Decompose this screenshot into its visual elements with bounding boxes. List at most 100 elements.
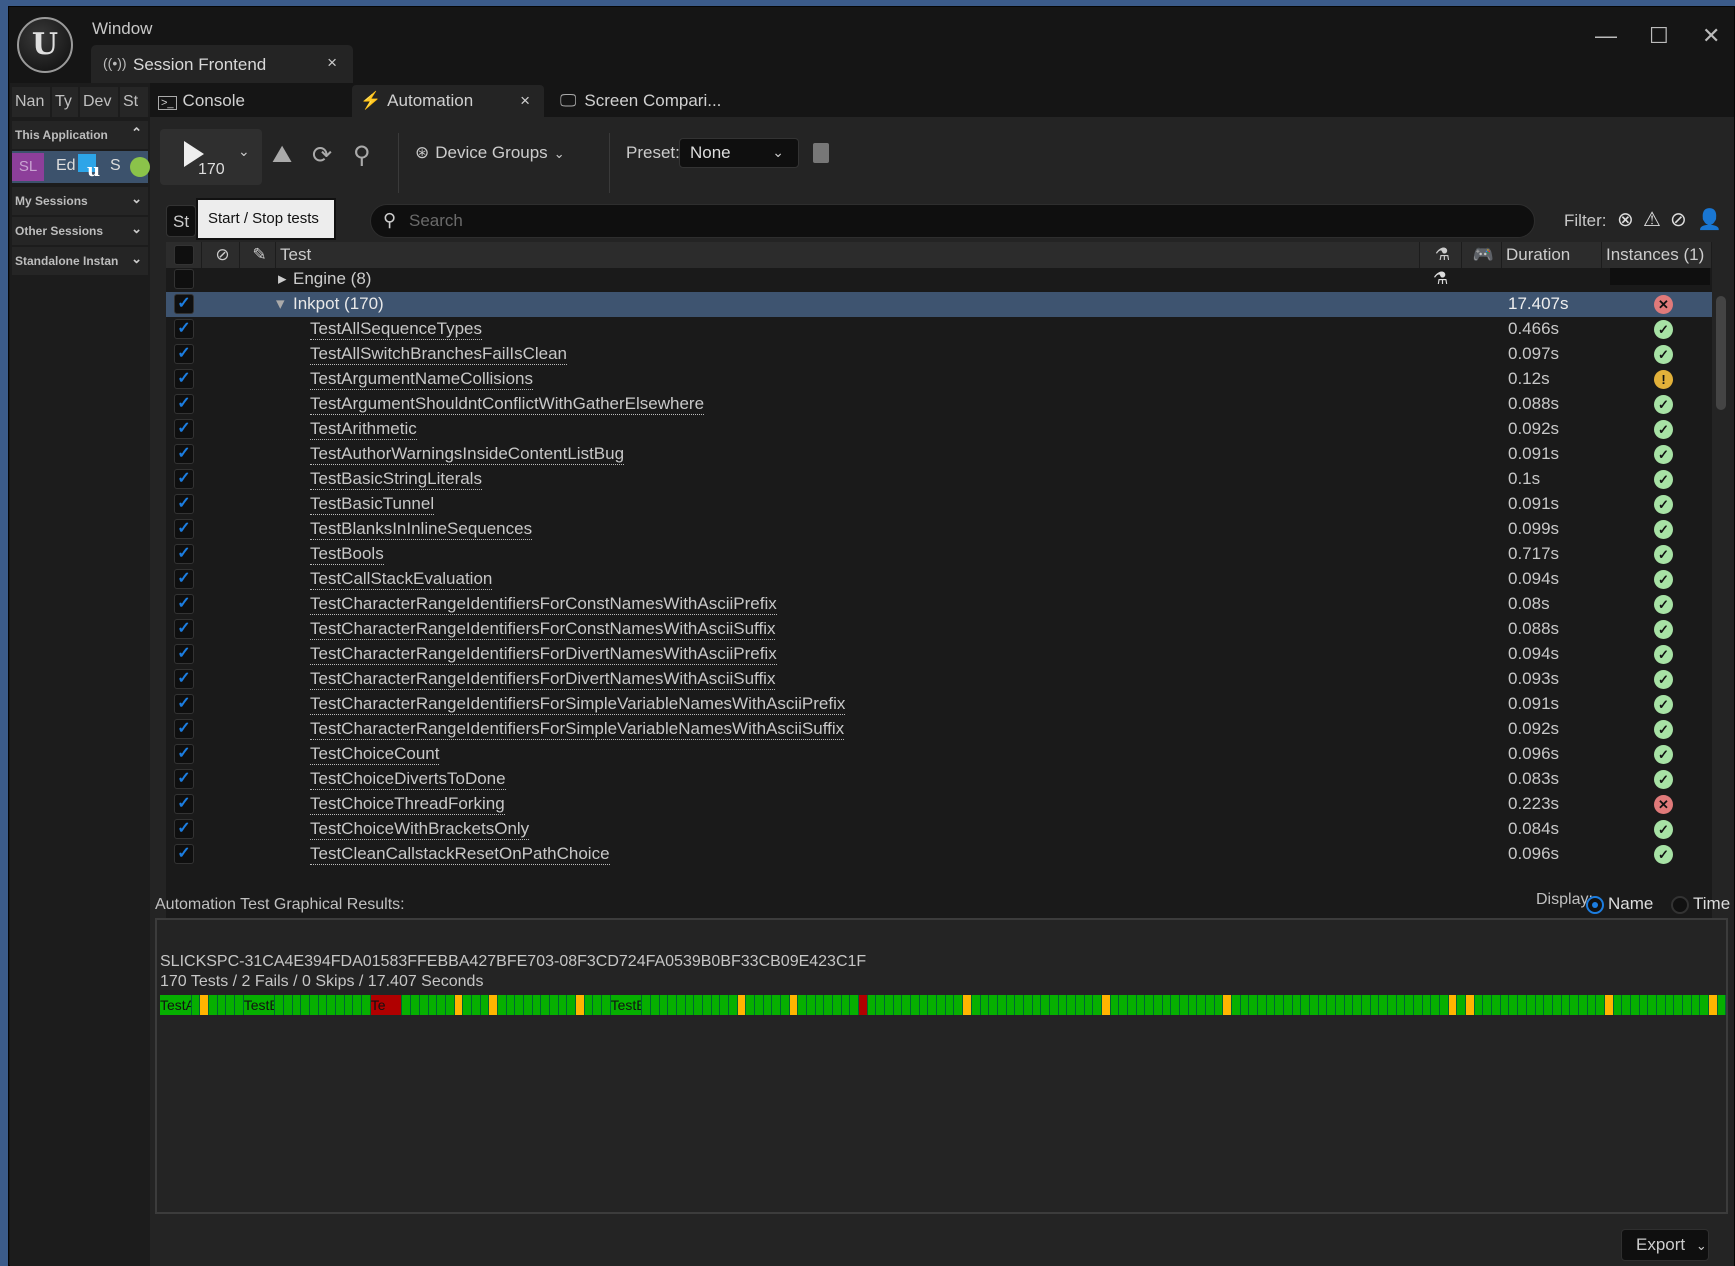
result-segment[interactable] (1179, 995, 1189, 1015)
flask-icon[interactable]: ⚗ (1420, 242, 1462, 268)
result-segment[interactable] (1188, 995, 1198, 1015)
display-time-label[interactable]: Time (1693, 894, 1730, 914)
result-segment[interactable] (1544, 995, 1553, 1015)
result-segment[interactable] (1362, 995, 1371, 1015)
result-segment[interactable] (1058, 995, 1068, 1015)
result-segment[interactable] (584, 995, 594, 1015)
result-segment[interactable] (200, 995, 210, 1015)
result-segment[interactable] (1084, 995, 1094, 1015)
row-checkbox[interactable]: ✓ (174, 319, 194, 339)
result-segment[interactable] (1483, 995, 1493, 1015)
result-segment[interactable] (1448, 995, 1458, 1015)
result-segment[interactable] (489, 995, 498, 1015)
result-segment[interactable] (755, 995, 764, 1015)
row-checkbox[interactable]: ✓ (174, 419, 194, 439)
result-segment[interactable] (1136, 995, 1146, 1015)
result-segment[interactable] (515, 995, 524, 1015)
result-segment[interactable] (876, 995, 886, 1015)
result-segment[interactable] (763, 995, 773, 1015)
result-segment[interactable] (1197, 995, 1206, 1015)
result-segment[interactable] (601, 995, 611, 1015)
filter-skipped-icon[interactable]: ⊘ (1670, 207, 1687, 232)
result-segment[interactable] (1613, 995, 1623, 1015)
result-segment[interactable] (737, 995, 747, 1015)
table-row[interactable]: ✓ TestBasicTunnel 0.091s ✓ (166, 492, 1712, 517)
row-checkbox[interactable]: ✓ (174, 769, 194, 789)
row-checkbox[interactable]: ✓ (174, 644, 194, 664)
group-row-engine[interactable]: ▸ Engine (8) ⚗ (166, 268, 1712, 292)
result-segment[interactable] (1388, 995, 1397, 1015)
result-segment[interactable] (1604, 995, 1614, 1015)
result-segment[interactable] (841, 995, 851, 1015)
export-button[interactable]: Export ⌄ (1621, 1229, 1709, 1261)
result-segment[interactable] (284, 995, 293, 1015)
result-segment[interactable] (1049, 995, 1059, 1015)
table-row[interactable]: ✓ TestCharacterRangeIdentifiersForSimpleV… (166, 717, 1712, 742)
result-segment[interactable] (963, 995, 972, 1015)
result-segment[interactable] (411, 995, 420, 1015)
result-segment[interactable] (1587, 995, 1597, 1015)
row-checkbox[interactable]: ✓ (174, 669, 194, 689)
table-row[interactable]: ✓ TestAllSequenceTypes 0.466s ✓ (166, 317, 1712, 342)
skip-column-icon[interactable]: ⊘ (202, 242, 240, 268)
result-segment[interactable] (1171, 995, 1180, 1015)
result-segment[interactable] (445, 995, 455, 1015)
tab-session-frontend[interactable]: ((•)) Session Frontend × (91, 45, 353, 83)
result-segment[interactable] (945, 995, 955, 1015)
result-segment[interactable] (720, 995, 730, 1015)
result-segment[interactable] (1431, 995, 1441, 1015)
group-row-inkpot[interactable]: ✓ ▾ Inkpot (170) 17.407s ✕ (166, 292, 1712, 317)
result-segment[interactable] (798, 995, 808, 1015)
display-time-radio[interactable] (1671, 896, 1689, 914)
result-segment[interactable] (781, 995, 790, 1015)
result-segment[interactable] (1509, 995, 1519, 1015)
result-segment[interactable] (506, 995, 516, 1015)
close-tab-icon[interactable]: × (327, 53, 337, 73)
col-name[interactable]: Nan (12, 87, 50, 117)
table-row[interactable]: ✓ TestAuthorWarningsInsideContentListBug 0… (166, 442, 1712, 467)
result-segment[interactable] (480, 995, 490, 1015)
row-checkbox[interactable]: ✓ (174, 619, 194, 639)
result-segment[interactable] (1353, 995, 1363, 1015)
edit-column-icon[interactable]: ✎ (240, 242, 276, 268)
result-segment[interactable] (676, 995, 686, 1015)
result-segment[interactable] (650, 995, 660, 1015)
result-segment[interactable]: TestBoo (243, 995, 276, 1015)
result-segment[interactable] (833, 995, 842, 1015)
run-level-icon[interactable]: ⛰ (272, 141, 292, 169)
table-row[interactable]: ✓ TestArgumentNameCollisions 0.12s! (166, 367, 1712, 392)
save-preset-icon[interactable] (813, 143, 829, 163)
result-segment[interactable] (336, 995, 345, 1015)
result-segment[interactable] (1240, 995, 1250, 1015)
result-segment[interactable] (1639, 995, 1649, 1015)
result-segment[interactable] (1622, 995, 1631, 1015)
find-workers-icon[interactable]: ⚲ (353, 141, 371, 170)
result-segment[interactable] (746, 995, 756, 1015)
filter-warnings-icon[interactable]: ⚠ (1643, 207, 1661, 232)
result-segment[interactable]: Te (370, 995, 403, 1015)
row-checkbox[interactable]: ✓ (174, 544, 194, 564)
row-checkbox[interactable]: ✓ (174, 794, 194, 814)
result-segment[interactable] (1665, 995, 1675, 1015)
chevron-down-icon[interactable]: ⌄ (238, 143, 250, 160)
result-segment[interactable] (997, 995, 1007, 1015)
result-segment[interactable] (1405, 995, 1415, 1015)
row-checkbox[interactable]: ✓ (174, 744, 194, 764)
result-segment[interactable] (217, 995, 227, 1015)
maximize-button[interactable]: ☐ (1649, 23, 1669, 49)
close-window-button[interactable]: ✕ (1702, 23, 1720, 49)
result-segment[interactable] (937, 995, 946, 1015)
status-filter-button[interactable]: St (166, 205, 196, 237)
result-segment[interactable] (437, 995, 446, 1015)
result-segment[interactable] (402, 995, 412, 1015)
result-segment[interactable] (1127, 995, 1137, 1015)
row-checkbox[interactable]: ✓ (174, 594, 194, 614)
result-segment[interactable] (919, 995, 929, 1015)
result-segment[interactable] (1708, 995, 1718, 1015)
group-my-sessions[interactable]: My Sessions ⌄ (12, 187, 148, 215)
tab-screen-comparison[interactable]: 🖵 Screen Compari... (560, 85, 760, 117)
start-stop-tests-button[interactable]: 170 ⌄ (160, 129, 262, 185)
result-segment[interactable] (1284, 995, 1293, 1015)
result-segment[interactable] (1310, 995, 1319, 1015)
table-row[interactable]: ✓ TestBools 0.717s ✓ (166, 542, 1712, 567)
